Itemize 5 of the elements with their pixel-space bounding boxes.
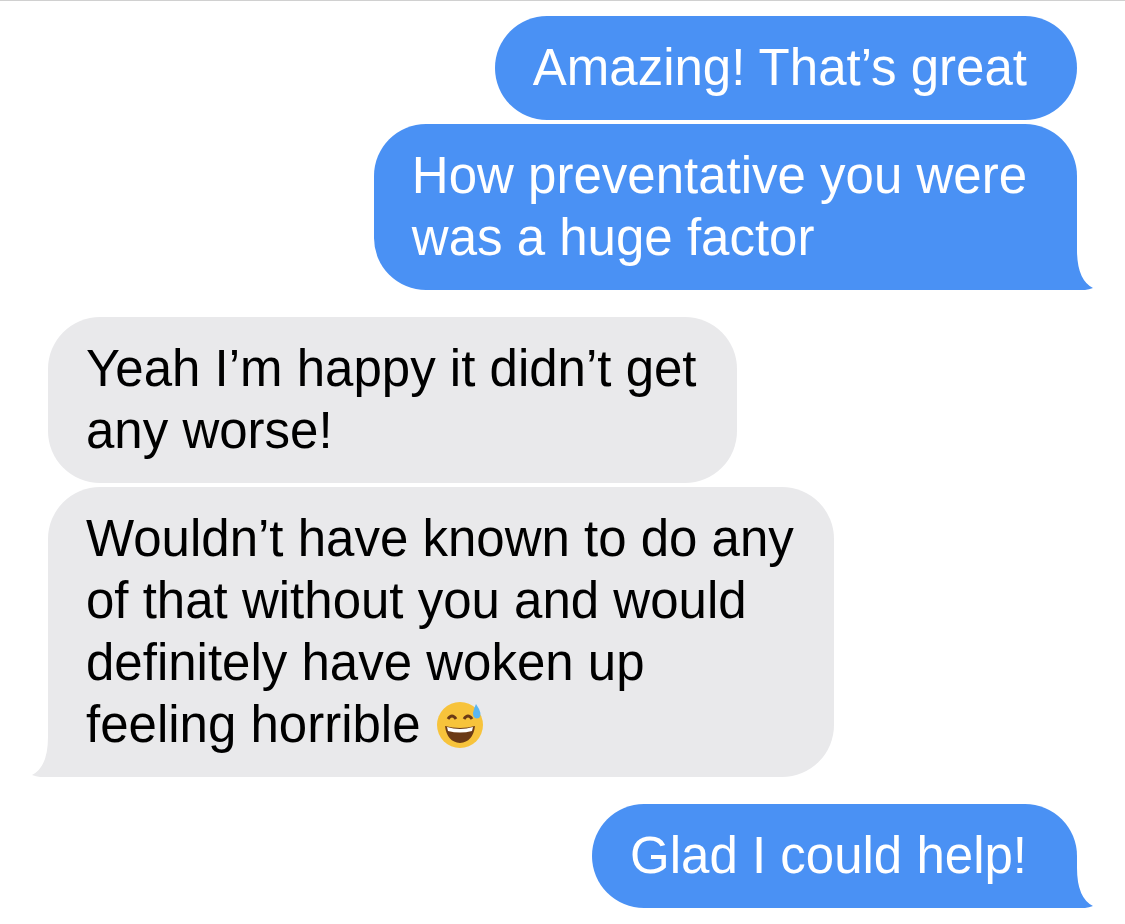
message-text: Wouldn’t have known to do any of that without you and would definitely have woken up feeling horrible xyxy=(86,509,794,755)
message-text: Yeah I’m happy it didn’t get any worse! xyxy=(86,339,697,461)
message-text: Amazing! That’s great xyxy=(532,38,1027,98)
message-text: How preventative you were was a huge factor xyxy=(411,146,1027,268)
message-text: Glad I could help! xyxy=(630,826,1027,886)
